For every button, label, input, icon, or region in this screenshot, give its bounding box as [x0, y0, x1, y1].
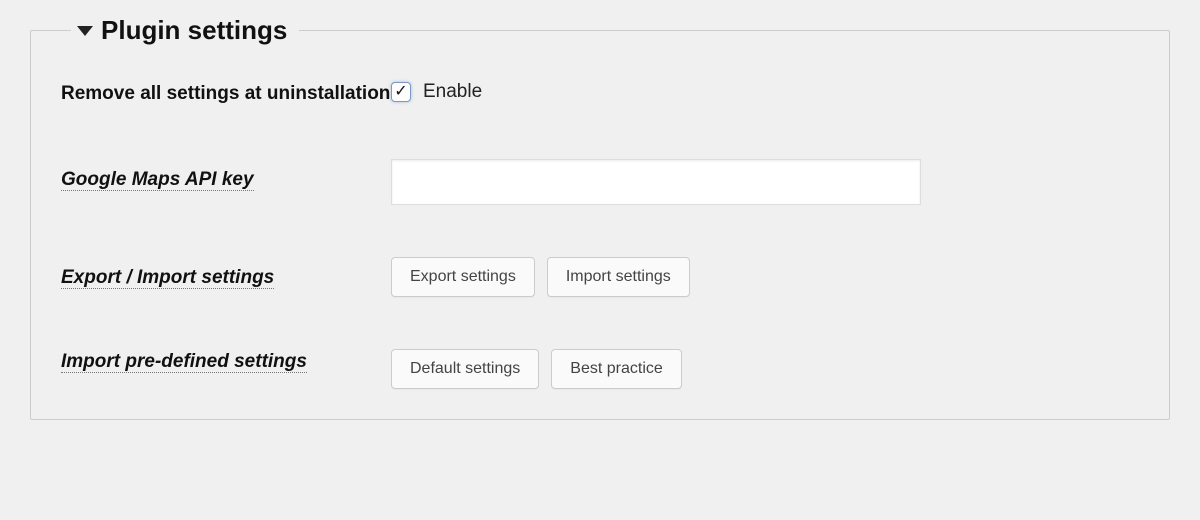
best-practice-button[interactable]: Best practice [551, 349, 681, 389]
predefined-label: Import pre-defined settings [61, 351, 307, 373]
plugin-settings-fieldset: Plugin settings Remove all settings at u… [30, 30, 1170, 420]
row-api-key: Google Maps API key [61, 159, 1139, 205]
enable-checkbox[interactable]: ✓ [391, 82, 411, 102]
legend-text: Plugin settings [101, 15, 287, 46]
export-settings-button[interactable]: Export settings [391, 257, 535, 297]
api-key-label: Google Maps API key [61, 169, 254, 191]
import-settings-button[interactable]: Import settings [547, 257, 690, 297]
api-key-input[interactable] [391, 159, 921, 205]
remove-settings-label: Remove all settings at uninstallation [61, 81, 391, 107]
default-settings-button[interactable]: Default settings [391, 349, 539, 389]
row-export-import: Export / Import settings Export settings… [61, 257, 1139, 297]
check-icon: ✓ [394, 84, 407, 100]
chevron-down-icon [77, 26, 93, 36]
enable-checkbox-label: Enable [423, 81, 482, 103]
fieldset-legend[interactable]: Plugin settings [71, 15, 299, 46]
row-remove-settings: Remove all settings at uninstallation ✓ … [61, 81, 1139, 107]
export-import-label: Export / Import settings [61, 267, 274, 289]
row-predefined: Import pre-defined settings Default sett… [61, 349, 1139, 389]
